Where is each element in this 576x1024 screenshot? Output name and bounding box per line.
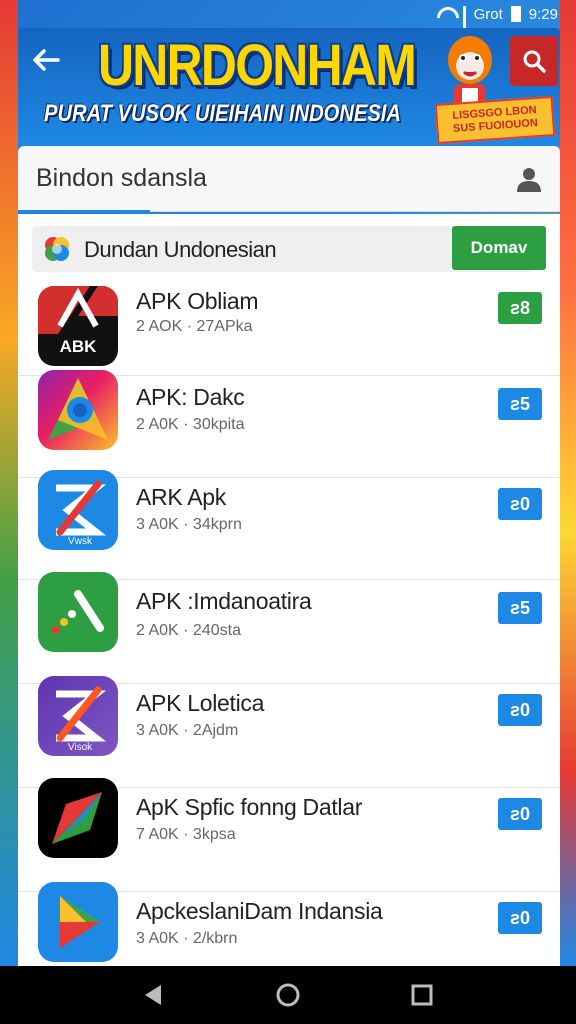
- back-button[interactable]: [28, 42, 64, 78]
- chrome-like-icon: [38, 370, 118, 450]
- list-item[interactable]: ApK Spfic fonng Datlar 7 A0K · 3kpsa ƨ0: [18, 778, 560, 892]
- download-button[interactable]: Domav: [452, 226, 546, 270]
- search-input[interactable]: Bindon sdansla: [36, 164, 207, 193]
- list-item[interactable]: ABK APK Obliam 2 AOK · 27APka ƨ8: [18, 286, 560, 376]
- system-nav-bar: [0, 966, 576, 1024]
- search-field[interactable]: Bindon sdansla: [18, 146, 560, 213]
- app-meta: 2 A0K · 240sta: [136, 622, 241, 639]
- app-name: APK: Dakc: [136, 384, 245, 410]
- brand-subtitle: PURAT VUSOK UIEIHAIN INDONESIA: [44, 100, 401, 127]
- nav-recent-icon[interactable]: [409, 982, 435, 1008]
- green-knife-icon: [38, 572, 118, 652]
- nav-back-icon[interactable]: [141, 982, 167, 1008]
- nav-home-icon[interactable]: [275, 982, 301, 1008]
- header-banner: UNRDONHAM PURAT VUSOK UIEIHAIN INDONESIA…: [18, 28, 560, 146]
- install-button[interactable]: ƨ0: [498, 798, 542, 830]
- app-icon-label: ABK: [60, 337, 98, 356]
- battery-icon: [510, 6, 521, 22]
- app-meta: 3 A0K · 2/kbrn: [136, 930, 238, 947]
- colorful-logo-icon: [45, 237, 69, 261]
- arrow-left-icon: [33, 49, 60, 71]
- install-button[interactable]: ƨ0: [498, 694, 542, 726]
- decorative-right-stripe: [560, 0, 576, 966]
- wifi-icon: [435, 7, 455, 21]
- profile-icon[interactable]: [514, 164, 544, 194]
- app-meta: 2 A0K · 30kpita: [136, 416, 245, 433]
- app-meta: 3 A0K · 2Ajdm: [136, 722, 239, 739]
- list-item[interactable]: Vwsk ARK Apk 3 A0K · 34kprn ƨ0: [18, 470, 560, 580]
- play-store-icon: [38, 882, 118, 962]
- install-button[interactable]: ƨ5: [498, 388, 542, 420]
- search-focus-underline: [18, 210, 150, 213]
- app-name: APK Loletica: [136, 690, 265, 716]
- promo-label: Dundan Undonesian: [84, 237, 277, 262]
- app-name: ARK Apk: [136, 484, 226, 510]
- purple-arrow-icon: Visok: [38, 676, 118, 756]
- list-item[interactable]: Visok APK Loletica 3 A0K · 2Ajdm ƨ0: [18, 676, 560, 788]
- carrier-label: Grot: [473, 5, 503, 23]
- list-item[interactable]: APK: Dakc 2 A0K · 30kpita ƨ5: [18, 370, 560, 478]
- promo-badge: LISGSGO LBON SUS FUOIOUON: [434, 95, 556, 145]
- list-item[interactable]: APK :Imdanoatira 2 A0K · 240sta ƨ5: [18, 572, 560, 684]
- app-meta: 2 AOK · 27APka: [136, 318, 253, 335]
- promo-card[interactable]: Dundan Undonesian Domav: [32, 226, 546, 272]
- app-name: APK Obliam: [136, 288, 259, 314]
- app-meta: 3 A0K · 34kprn: [136, 516, 242, 533]
- apk-red-icon: ABK: [38, 286, 118, 366]
- app-name: APK :Imdanoatira: [136, 588, 312, 614]
- signal-icon: [462, 6, 466, 45]
- app-meta: 7 A0K · 3kpsa: [136, 826, 236, 843]
- install-button[interactable]: ƨ0: [498, 902, 542, 934]
- status-bar: Grot 9:29: [0, 0, 576, 45]
- blue-arrow-icon: Vwsk: [38, 470, 118, 550]
- app-list: ABK APK Obliam 2 AOK · 27APka ƨ8 APK: Da…: [18, 286, 560, 966]
- app-icon-label: Visok: [68, 742, 93, 753]
- install-button[interactable]: ƨ0: [498, 488, 542, 520]
- app-name: ApK Spfic fonng Datlar: [136, 794, 363, 820]
- list-item[interactable]: ApckeslaniDam Indansia 3 A0K · 2/kbrn ƨ0: [18, 882, 560, 966]
- promo-row: Dundan Undonesian Domav: [18, 214, 560, 286]
- clock: 9:29: [528, 5, 558, 23]
- decorative-left-stripe: [0, 0, 18, 966]
- app-icon-label: Vwsk: [68, 536, 93, 547]
- black-arrow-icon: [38, 778, 118, 858]
- search-icon: [523, 50, 546, 73]
- install-button[interactable]: ƨ8: [498, 292, 542, 324]
- search-button[interactable]: [510, 36, 558, 86]
- app-name: ApckeslaniDam Indansia: [136, 898, 383, 924]
- brand-title: UNRDONHAM: [98, 33, 417, 98]
- install-button[interactable]: ƨ5: [498, 592, 542, 624]
